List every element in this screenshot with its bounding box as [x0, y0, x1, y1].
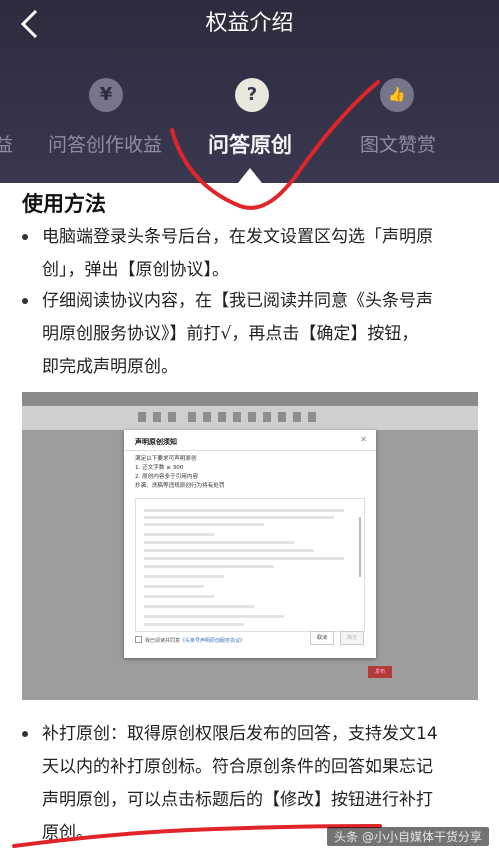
embedded-screenshot: 声明原创须知 ✕ 满足以下要求可声明原创 1. 正文字数 ≥ 300 2. 原创… [22, 392, 478, 700]
question-icon: ? [235, 78, 269, 112]
agreement-text-box[interactable] [135, 498, 365, 632]
agree-checkbox[interactable]: 我已阅读并同意《头条号声明原创服务协议》 [135, 636, 245, 644]
confirm-button[interactable]: 确定 [340, 631, 364, 645]
tab-qa-original[interactable]: ? 问答原创 [204, 78, 300, 178]
editor-toolbar [22, 406, 478, 430]
line: 明原创服务协议》】前打√，再点击【确定】按钮， [42, 324, 419, 344]
tab-label: 问答原创 [208, 133, 292, 157]
line: 即完成声明原创。 [42, 357, 178, 377]
bullet-dot [22, 298, 28, 304]
tab-partial[interactable]: 益 [0, 78, 24, 178]
line: 天以内的补打原创标。符合原创条件的回答如果忘记 [42, 757, 433, 777]
tab-indicator [238, 168, 262, 183]
line: 声明原创，可以点击标题后的【修改】按钮进行补打 [42, 790, 433, 810]
header: 权益介绍 益 ¥ 问答创作收益 ? 问答原创 👍 图文赞赏 [0, 0, 499, 183]
dialog-title: 声明原创须知 [135, 438, 177, 446]
page-title: 权益介绍 [205, 11, 294, 36]
checkbox[interactable] [135, 636, 142, 643]
scrollbar[interactable] [359, 517, 361, 577]
tab-qa-income[interactable]: ¥ 问答创作收益 [46, 78, 166, 178]
section-heading: 使用方法 [22, 192, 106, 216]
cancel-button[interactable]: 取消 [310, 631, 334, 645]
yen-icon: ¥ [89, 78, 123, 112]
requirement-line: 抄袭、洗稿等违规原创行为将有处罚 [135, 483, 225, 489]
thumb-up-icon: 👍 [380, 78, 414, 112]
line: 仔细阅读协议内容，在【我已阅读并同意《头条号声 [42, 291, 433, 311]
requirement-line: 1. 正文字数 ≥ 300 [135, 465, 184, 471]
tab-label: 问答创作收益 [48, 134, 163, 156]
agreement-link[interactable]: 《头条号声明原创服务协议》 [180, 638, 245, 644]
watermark: 头条 @小小自媒体干货分享 [327, 827, 489, 846]
divider [124, 450, 376, 451]
publish-button[interactable]: 发布 [368, 666, 392, 678]
tab-label: 益 [0, 134, 14, 156]
requirement-line: 满足以下要求可声明原创 [135, 456, 197, 462]
bullet-dot [22, 234, 28, 240]
line: 补打原创：取得原创权限后发布的回答，支持发文14 [42, 724, 438, 744]
list-item: 仔细阅读协议内容，在【我已阅读并同意《头条号声 明原创服务协议》】前打√，再点击… [22, 285, 482, 384]
tab-label: 图文赞赏 [360, 134, 437, 156]
close-icon[interactable]: ✕ [360, 435, 367, 444]
tab-bar: 益 ¥ 问答创作收益 ? 问答原创 👍 图文赞赏 [0, 78, 499, 178]
agree-text: 我已阅读并同意 [145, 638, 181, 644]
tab-article-reward[interactable]: 👍 图文赞赏 [358, 78, 448, 178]
line: 电脑端登录头条号后台，在发文设置区勾选「声明原 [42, 227, 433, 247]
original-dialog: 声明原创须知 ✕ 满足以下要求可声明原创 1. 正文字数 ≥ 300 2. 原创… [124, 430, 376, 658]
bullet-dot [22, 731, 28, 737]
list-item: 电脑端登录头条号后台，在发文设置区勾选「声明原 创」，弹出【原创协议】。 [22, 221, 482, 287]
line: 创」，弹出【原创协议】。 [42, 260, 229, 280]
requirement-line: 2. 原创内容多于引用内容 [135, 474, 199, 480]
